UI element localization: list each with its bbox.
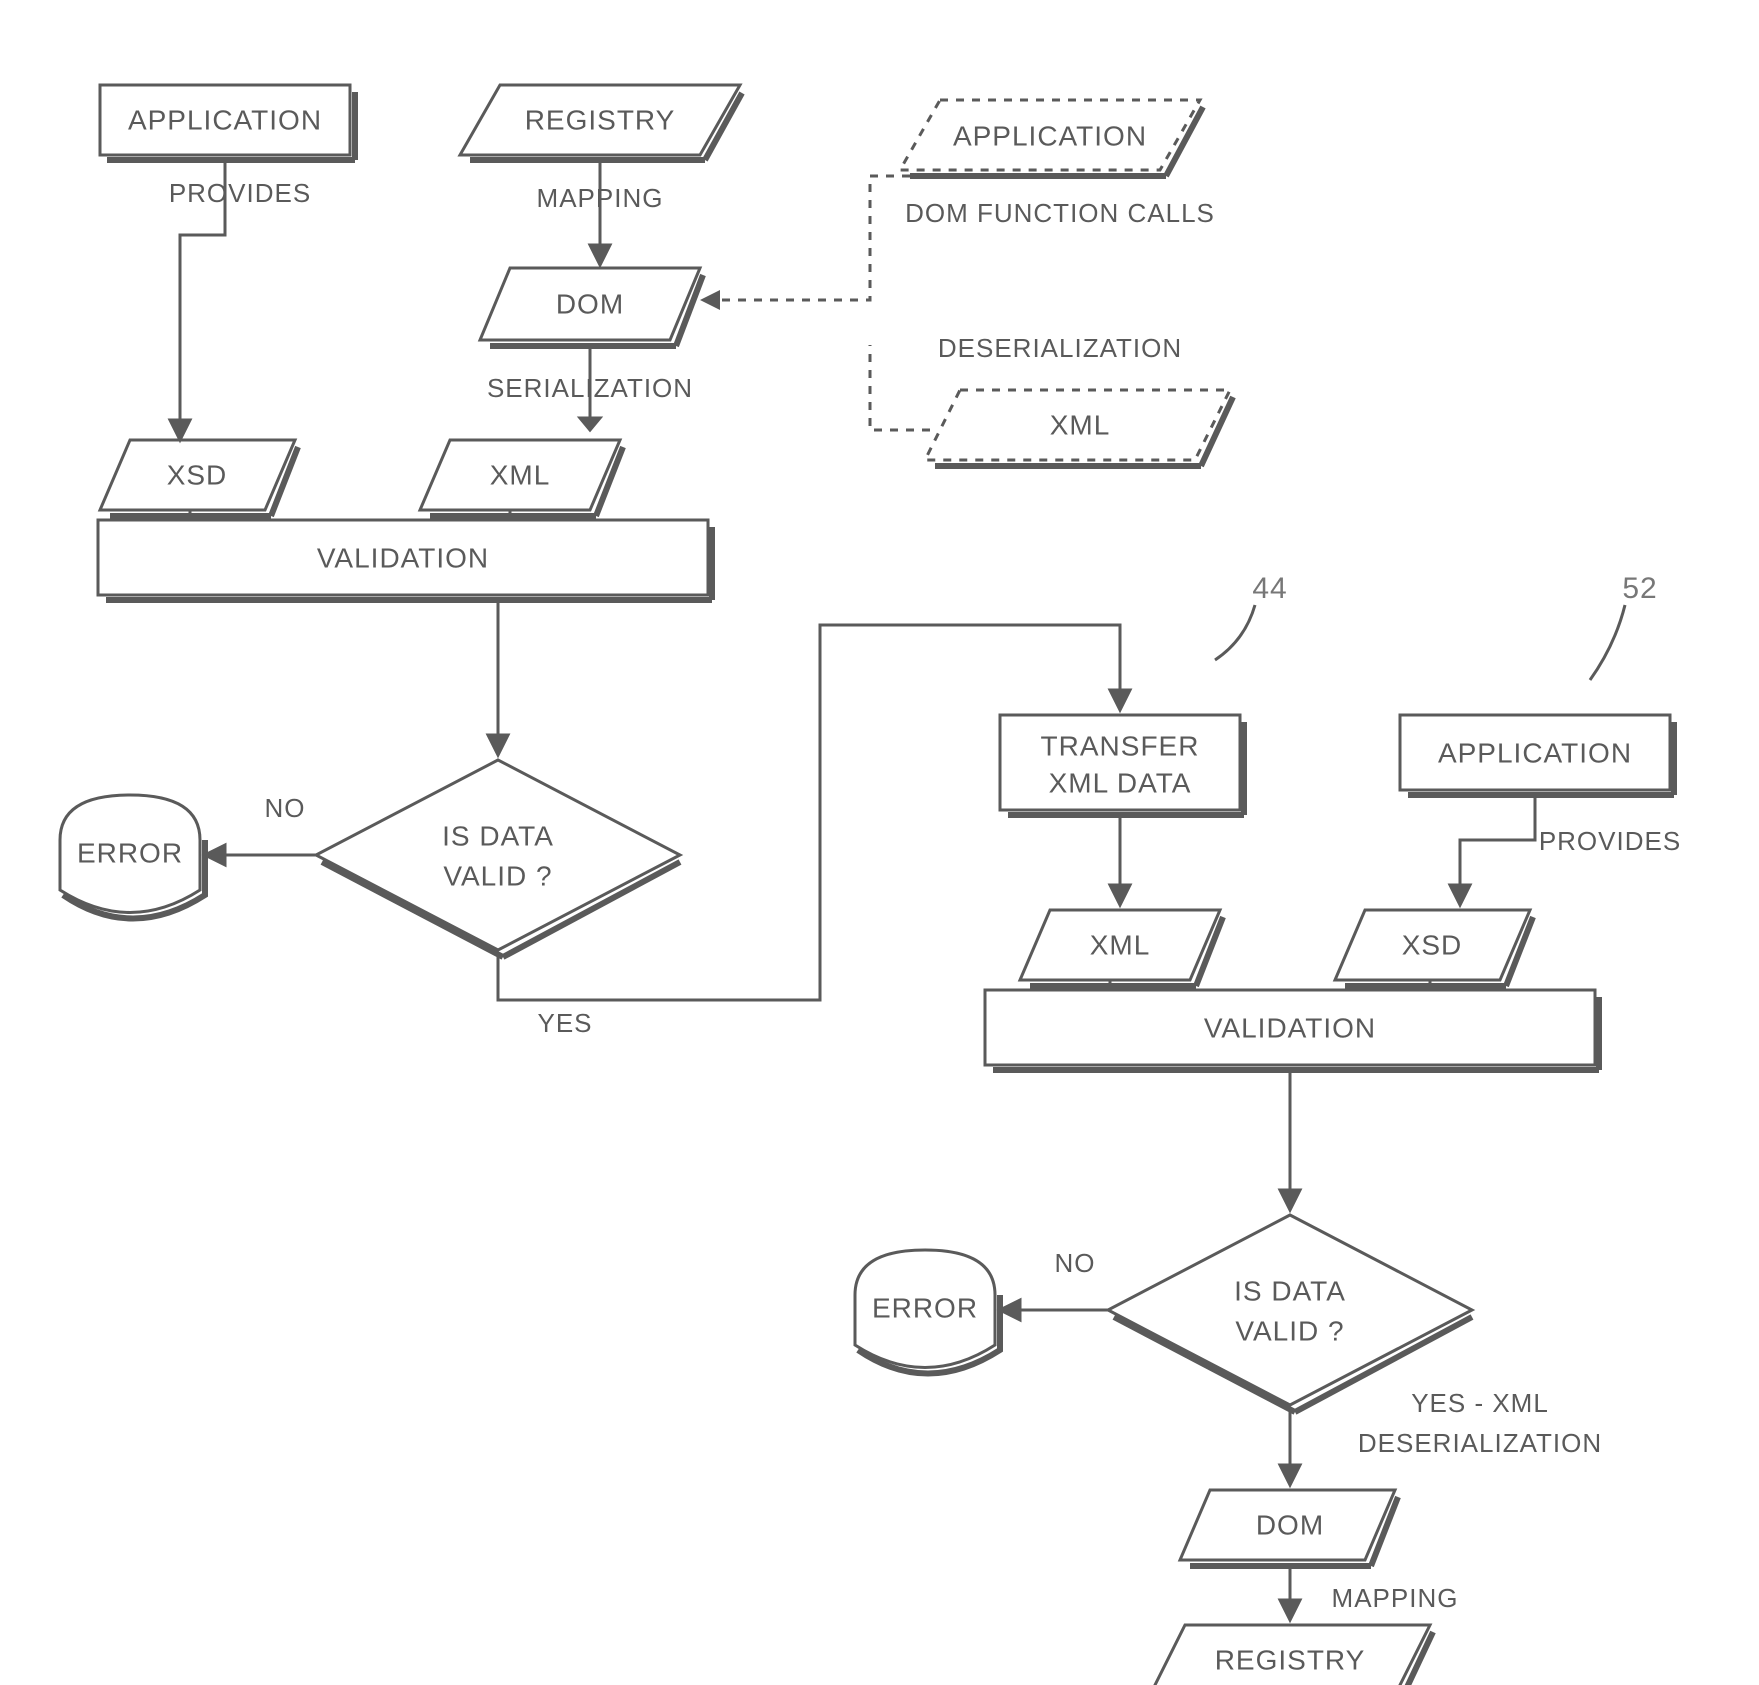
node-validation-1: VALIDATION: [98, 520, 712, 600]
node-dom-2: DOM: [1180, 1490, 1398, 1566]
node-error-1-label: ERROR: [77, 837, 183, 868]
node-xml-deserialization-source: XML: [925, 390, 1233, 466]
node-decision-1-line1: IS DATA: [442, 820, 554, 851]
leader-44: [1215, 605, 1255, 660]
node-xsd-2: XSD: [1335, 910, 1533, 986]
leader-52: [1590, 605, 1625, 680]
node-dom-1-label: DOM: [556, 288, 624, 319]
node-transfer-xml-data: TRANSFER XML DATA: [1000, 715, 1244, 815]
label-no-1: NO: [265, 793, 306, 823]
node-application-dom-calls-label: APPLICATION: [953, 120, 1147, 151]
arrow-decision2-to-dom2: [1280, 1410, 1300, 1485]
label-yes-xml: YES - XML: [1411, 1388, 1549, 1418]
node-application-target: APPLICATION: [1400, 715, 1674, 795]
node-application-source-label: APPLICATION: [128, 104, 322, 135]
node-registry-source-label: REGISTRY: [525, 104, 676, 135]
node-decision-2: IS DATA VALID ?: [1108, 1215, 1472, 1412]
label-provides-1: PROVIDES: [169, 178, 311, 208]
arrow-validation1-to-decision: [488, 600, 508, 755]
arrow-transfer-to-xml3: [1110, 815, 1130, 905]
node-registry-target: REGISTRY: [1150, 1625, 1433, 1685]
node-xml-1-label: XML: [490, 459, 551, 490]
node-error-2-label: ERROR: [872, 1292, 978, 1323]
node-validation-2: VALIDATION: [985, 990, 1599, 1070]
label-deserialization-2: DESERIALIZATION: [1358, 1428, 1602, 1458]
label-provides-2: PROVIDES: [1539, 826, 1681, 856]
node-validation-2-label: VALIDATION: [1204, 1012, 1376, 1043]
arrow-validation2-to-decision2: [1280, 1070, 1300, 1210]
node-decision-2-line2: VALID ?: [1235, 1315, 1344, 1346]
label-mapping-2: MAPPING: [1332, 1583, 1459, 1613]
node-error-1: ERROR: [60, 795, 205, 919]
arrow-decision1-to-error: [205, 845, 316, 865]
arrow-decision2-to-error2: [1000, 1300, 1108, 1320]
node-decision-2-line1: IS DATA: [1234, 1275, 1346, 1306]
arrow-dom2-to-registry2: [1280, 1566, 1300, 1620]
arrow-xml-to-dom-dashed: [870, 345, 930, 430]
node-application-dom-calls: APPLICATION: [900, 100, 1203, 176]
node-application-source: APPLICATION: [100, 85, 355, 160]
node-registry-source: REGISTRY: [460, 85, 742, 160]
node-xml-1: XML: [420, 440, 623, 516]
node-decision-1: IS DATA VALID ?: [316, 760, 680, 957]
node-application-target-label: APPLICATION: [1438, 737, 1632, 768]
node-error-2: ERROR: [855, 1250, 1000, 1374]
refnum-44: 44: [1252, 572, 1287, 605]
node-xsd-1: XSD: [100, 440, 298, 516]
label-deserialization-1: DESERIALIZATION: [938, 333, 1182, 363]
label-yes-1: YES: [537, 1008, 592, 1038]
label-dom-function-calls: DOM FUNCTION CALLS: [905, 198, 1215, 228]
arrow-application-to-dom-dashed: [700, 176, 910, 310]
node-xml-3: XML: [1020, 910, 1223, 986]
node-xml-deserialization-source-label: XML: [1050, 409, 1111, 440]
node-dom-2-label: DOM: [1256, 1509, 1324, 1540]
node-xsd-2-label: XSD: [1402, 929, 1463, 960]
node-xsd-1-label: XSD: [167, 459, 228, 490]
node-registry-target-label: REGISTRY: [1215, 1644, 1366, 1675]
node-transfer-line2: XML DATA: [1049, 767, 1192, 798]
node-dom-1: DOM: [480, 268, 703, 346]
node-transfer-line1: TRANSFER: [1041, 730, 1200, 761]
node-xml-3-label: XML: [1090, 929, 1151, 960]
arrow-application3-to-xsd2: [1450, 795, 1535, 905]
node-decision-1-line2: VALID ?: [443, 860, 552, 891]
node-validation-1-label: VALIDATION: [317, 542, 489, 573]
label-no-2: NO: [1055, 1248, 1096, 1278]
refnum-52: 52: [1622, 572, 1657, 605]
